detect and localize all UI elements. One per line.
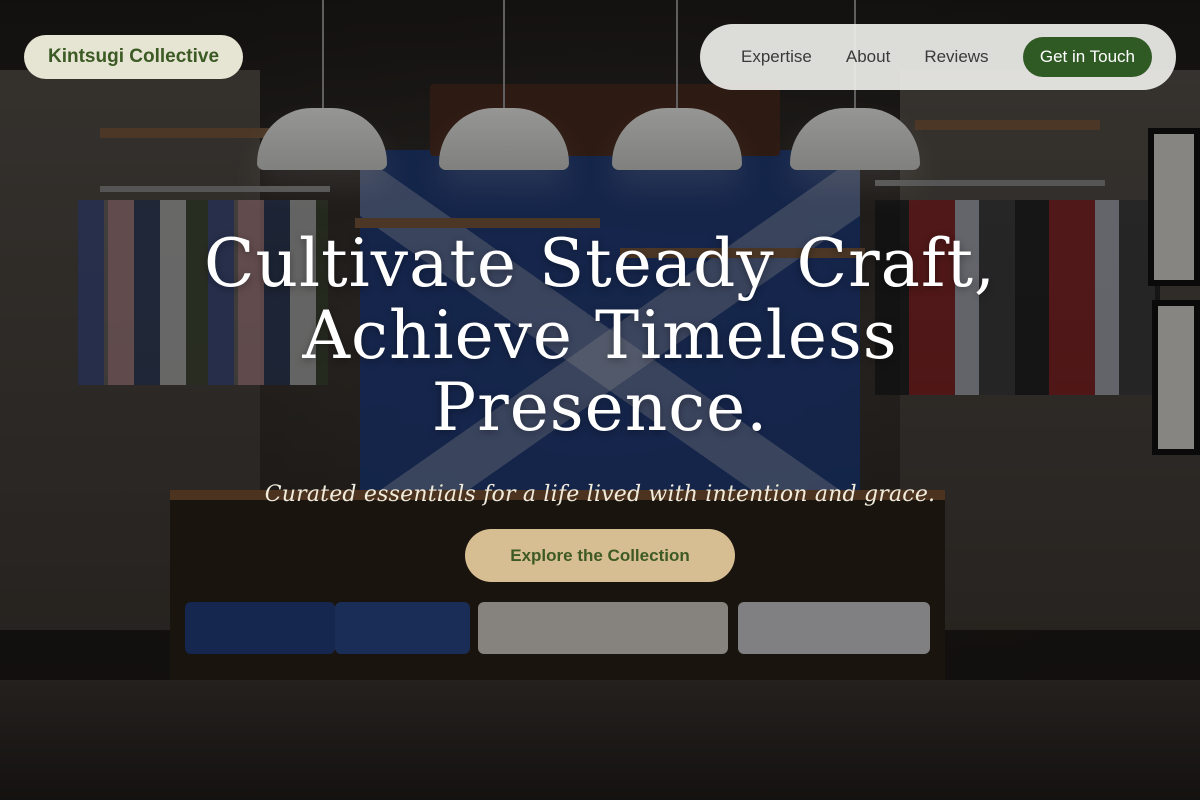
explore-collection-button[interactable]: Explore the Collection	[465, 529, 735, 582]
hero-headline: Cultivate Steady Craft, Achieve Timeless…	[0, 228, 1200, 444]
get-in-touch-button[interactable]: Get in Touch	[1022, 37, 1152, 77]
headline-line-1: Cultivate Steady Craft,	[204, 225, 996, 302]
main-nav: Expertise About Reviews Get in Touch	[700, 24, 1176, 90]
hero-section: Kintsugi Collective Expertise About Revi…	[0, 0, 1200, 800]
brand-logo[interactable]: Kintsugi Collective	[24, 35, 244, 79]
nav-link-about[interactable]: About	[829, 47, 907, 67]
nav-link-expertise[interactable]: Expertise	[724, 47, 829, 67]
nav-link-reviews[interactable]: Reviews	[907, 47, 1005, 67]
brand-name: Kintsugi Collective	[48, 46, 220, 67]
headline-line-3: Presence.	[431, 369, 769, 446]
hero-copy: Cultivate Steady Craft, Achieve Timeless…	[0, 228, 1200, 508]
headline-line-2: Achieve Timeless	[302, 297, 898, 374]
hero-subtitle: Curated essentials for a life lived with…	[264, 482, 936, 507]
